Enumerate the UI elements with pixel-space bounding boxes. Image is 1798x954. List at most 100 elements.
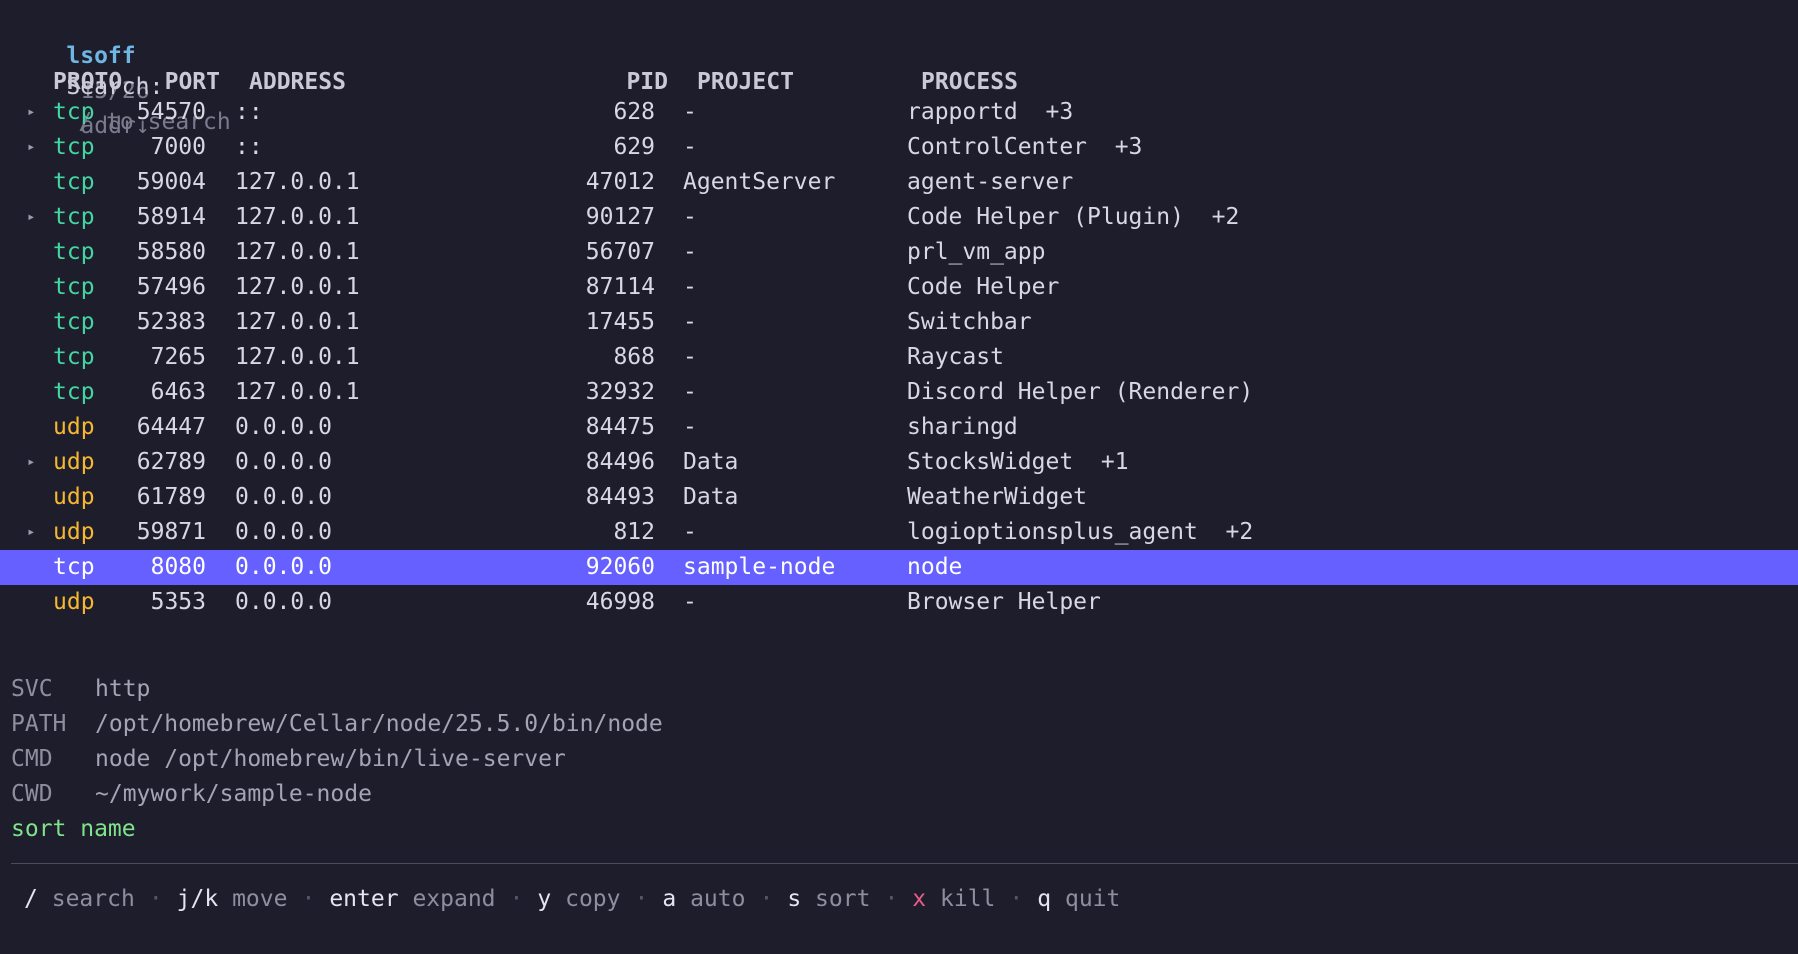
process-cell: agent-server — [907, 169, 1074, 195]
table-row[interactable]: ▸ tcp 7000:: 629 - ControlCenter +3 — [0, 130, 1798, 165]
pid-cell: 628 — [613, 99, 655, 125]
address-cell: 0.0.0.0 — [235, 519, 332, 545]
proto-cell: tcp — [53, 344, 95, 370]
address-cell: 127.0.0.1 — [235, 274, 360, 300]
table-row[interactable]: tcp 58580 127.0.0.1 56707 - prl_vm_app — [0, 235, 1798, 270]
port-cell: 57496 — [136, 274, 206, 300]
help-key-quit[interactable]: q — [1037, 886, 1051, 912]
expand-arrow-icon[interactable]: ▸ — [27, 445, 35, 480]
help-desc-kill: kill — [940, 886, 996, 912]
address-cell: 127.0.0.1 — [235, 379, 360, 405]
help-key-copy[interactable]: y — [537, 886, 551, 912]
project-cell: - — [683, 344, 697, 370]
process-cell: rapportd +3 — [907, 99, 1074, 125]
table-row[interactable]: tcp 52383 127.0.0.1 17455 - Switchbar — [0, 305, 1798, 340]
port-cell: 7000 — [150, 134, 206, 160]
proto-cell: tcp — [53, 204, 95, 230]
address-cell: 127.0.0.1 — [235, 344, 360, 370]
port-cell: 8080 — [150, 554, 206, 580]
table-row[interactable]: udp 61789 0.0.0.0 84493 Data WeatherWidget — [0, 480, 1798, 515]
process-cell: Code Helper — [907, 274, 1060, 300]
project-cell: - — [683, 414, 697, 440]
expand-arrow-icon[interactable]: ▸ — [27, 515, 35, 550]
status-line: sort name — [11, 816, 136, 842]
help-key-expand[interactable]: enter — [329, 886, 398, 912]
process-cell: Switchbar — [907, 309, 1032, 335]
project-cell: - — [683, 99, 697, 125]
process-cell: sharingd — [907, 414, 1018, 440]
help-key-kill[interactable]: x — [912, 886, 926, 912]
proto-cell: udp — [53, 519, 95, 545]
help-desc-copy: copy — [565, 886, 621, 912]
detail-value: /opt/homebrew/Cellar/node/25.5.0/bin/nod… — [95, 711, 663, 737]
help-separator: · — [634, 886, 649, 912]
address-cell: 0.0.0.0 — [235, 449, 332, 475]
table-row[interactable]: tcp 6463 127.0.0.1 32932 - Discord Helper (Re… — [0, 375, 1798, 410]
help-desc-sort: sort — [815, 886, 871, 912]
address-cell: :: — [235, 134, 263, 160]
detail-key: CWD — [11, 781, 53, 807]
help-separator: · — [509, 886, 524, 912]
proto-cell: tcp — [53, 239, 95, 265]
help-bar: / search · j/k move · enter expand · y copy · a … — [24, 882, 1120, 917]
project-cell: - — [683, 134, 697, 160]
help-desc-auto: auto — [690, 886, 746, 912]
pid-cell: 17455 — [585, 309, 655, 335]
table-row[interactable]: ▸ tcp 58914 127.0.0.1 90127 - Code Helper (Plu… — [0, 200, 1798, 235]
table-row[interactable]: tcp 57496 127.0.0.1 87114 - Code Helper — [0, 270, 1798, 305]
port-cell: 5353 — [150, 589, 206, 615]
port-cell: 54570 — [136, 99, 206, 125]
project-cell: - — [683, 239, 697, 265]
pid-cell: 47012 — [585, 169, 655, 195]
port-cell: 58914 — [136, 204, 206, 230]
help-key-search[interactable]: / — [24, 886, 38, 912]
port-cell: 6463 — [150, 379, 206, 405]
proto-cell: tcp — [53, 99, 95, 125]
project-cell: - — [683, 274, 697, 300]
help-desc-expand: expand — [412, 886, 496, 912]
table-row-selected[interactable]: tcp 8080 0.0.0.0 92060 sample-node node — [0, 550, 1798, 585]
proto-cell: tcp — [53, 134, 95, 160]
port-cell: 58580 — [136, 239, 206, 265]
process-cell: Browser Helper — [907, 589, 1101, 615]
table-row[interactable]: udp 5353 0.0.0.0 46998 - Browser Helper — [0, 585, 1798, 620]
table-row[interactable]: udp 64447 0.0.0.0 84475 - sharingd — [0, 410, 1798, 445]
terminal-app: lsoff 15/26 addr↓ Search: / to search PR… — [0, 0, 1798, 954]
table-row[interactable]: ▸ udp 59871 0.0.0.0 812 - logioptionsplus_agen… — [0, 515, 1798, 550]
table-row[interactable]: tcp 7265 127.0.0.1 868 - Raycast — [0, 340, 1798, 375]
address-cell: 127.0.0.1 — [235, 169, 360, 195]
port-cell: 59871 — [136, 519, 206, 545]
help-key-auto[interactable]: a — [662, 886, 676, 912]
proto-cell: tcp — [53, 379, 95, 405]
detail-value: ~/mywork/sample-node — [95, 781, 372, 807]
help-separator: · — [148, 886, 163, 912]
help-key-sort[interactable]: s — [787, 886, 801, 912]
pid-cell: 84475 — [585, 414, 655, 440]
process-cell: Discord Helper (Renderer) — [907, 379, 1254, 405]
process-cell: Code Helper (Plugin) +2 — [907, 204, 1240, 230]
help-separator: · — [884, 886, 899, 912]
proto-cell: tcp — [53, 554, 95, 580]
pid-cell: 868 — [613, 344, 655, 370]
project-cell: - — [683, 519, 697, 545]
expand-arrow-icon[interactable]: ▸ — [27, 130, 35, 165]
table-row[interactable]: ▸ udp 62789 0.0.0.0 84496 Data StocksWidget +1 — [0, 445, 1798, 480]
expand-arrow-icon[interactable]: ▸ — [27, 200, 35, 235]
table-row[interactable]: tcp 59004 127.0.0.1 47012 AgentServer agent-s… — [0, 165, 1798, 200]
address-cell: 127.0.0.1 — [235, 239, 360, 265]
detail-key: PATH — [11, 711, 67, 737]
detail-key: CMD — [11, 746, 53, 772]
address-cell: 127.0.0.1 — [235, 204, 360, 230]
expand-arrow-icon[interactable]: ▸ — [27, 95, 35, 130]
help-key-move[interactable]: j/k — [177, 886, 219, 912]
table-row[interactable]: ▸ tcp 54570:: 628 - rapportd +3 — [0, 95, 1798, 130]
port-cell: 62789 — [136, 449, 206, 475]
address-cell: 0.0.0.0 — [235, 484, 332, 510]
address-cell: 127.0.0.1 — [235, 309, 360, 335]
project-cell: - — [683, 379, 697, 405]
project-cell: - — [683, 309, 697, 335]
port-cell: 61789 — [136, 484, 206, 510]
help-desc-search: search — [51, 886, 135, 912]
pid-cell: 84493 — [585, 484, 655, 510]
port-cell: 64447 — [136, 414, 206, 440]
